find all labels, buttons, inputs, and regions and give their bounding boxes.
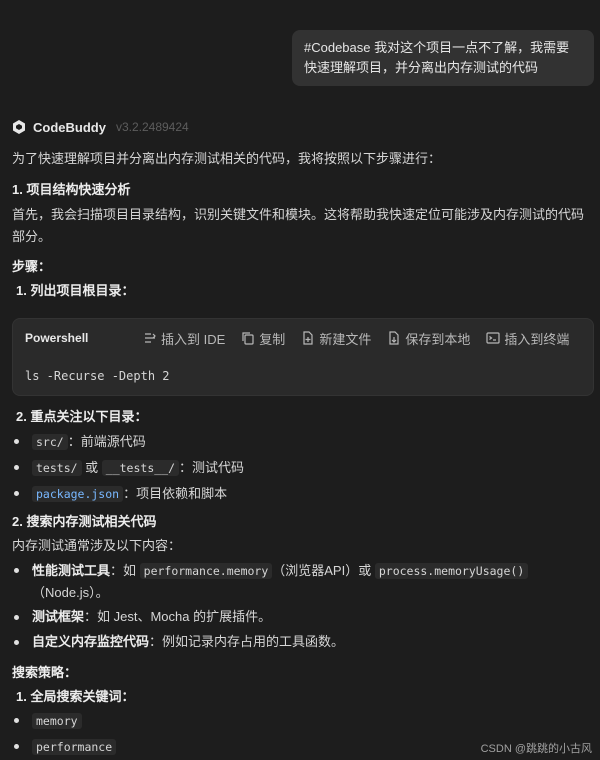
strategy-label: 搜索策略： [12,665,78,680]
item-bold: 测试框架 [32,609,85,624]
memory-items-list: 性能测试工具：如 performance.memory （浏览器API）或 pro… [12,558,594,654]
copy-icon [242,332,254,345]
section1-desc: 首先，我会扫描项目目录结构，识别关键文件和模块。这将帮助我快速定位可能涉及内存测… [12,207,585,244]
item-text: ：如 Jest、Mocha 的扩展插件。 [84,609,272,624]
code-content: ls -Recurse -Depth 2 [25,369,170,383]
codebuddy-logo-icon [11,119,27,135]
item-bold: 自定义内存监控代码 [32,634,150,649]
code-block-toolbar: Powershell 插入到 IDE 复制 新建文件 保存到本地 插入到终端 [13,319,593,357]
step2-section: 2. 重点关注以下目录： src/：前端源代码 tests/ 或 __tests… [12,406,594,507]
list-item: tests/ 或 __tests__/：测试代码 [12,455,594,481]
keyword-code: memory [32,713,82,729]
item-text: （浏览器API）或 [272,563,375,578]
list-item: 性能测试工具：如 performance.memory （浏览器API）或 pro… [12,558,594,603]
step2-label: 2. 重点关注以下目录： [16,409,148,424]
insert-ide-button[interactable]: 插入到 IDE [143,329,225,348]
steps-label: 步骤： [12,259,52,274]
user-message: #Codebase 我对这个项目一点不了解，我需要快速理解项目，并分离出内存测试… [292,30,594,86]
save-file-icon [389,331,399,345]
terminal-icon [486,332,500,344]
code-language: Powershell [25,331,89,345]
save-local-button[interactable]: 保存到本地 [387,329,470,348]
new-file-label: 新建文件 [319,331,372,347]
assistant-version: v3.2.2489424 [115,120,189,134]
dir-desc: ：测试代码 [179,460,245,475]
item-code: performance.memory [139,563,273,579]
section2-desc: 内存测试通常涉及以下内容： [12,538,182,553]
copy-button[interactable]: 复制 [241,329,285,348]
dir-code: __tests__/ [101,460,180,476]
save-local-label: 保存到本地 [405,331,471,347]
list-item: memory [12,708,594,734]
dir-desc: ：项目依赖和脚本 [123,486,228,501]
list-item: src/：前端源代码 [12,429,594,455]
item-text: ：如 [110,563,140,578]
item-bold: 性能测试工具 [32,563,111,578]
insert-ide-label: 插入到 IDE [161,331,226,347]
dir-list: src/：前端源代码 tests/ 或 __tests__/：测试代码 pack… [12,429,594,507]
section2: 2. 搜索内存测试相关代码 内存测试通常涉及以下内容： 性能测试工具：如 per… [12,511,594,760]
strategy-step1: 1. 全局搜索关键词： [16,689,135,704]
list-item: 自定义内存监控代码：例如记录内存占用的工具函数。 [12,630,594,654]
insert-terminal-button[interactable]: 插入到终端 [486,329,569,348]
watermark: CSDN @跳跳的小古风 [480,743,592,755]
insert-ide-icon [145,333,156,343]
assistant-header: CodeBuddy v3.2.2489424 [11,119,189,135]
code-block: Powershell 插入到 IDE 复制 新建文件 保存到本地 插入到终端 l… [12,318,594,396]
list-item: 测试框架：如 Jest、Mocha 的扩展插件。 [12,605,594,629]
assistant-name: CodeBuddy [33,119,106,135]
item-code: process.memoryUsage() [374,563,529,579]
dir-code: src/ [32,434,68,450]
copy-label: 复制 [259,331,286,347]
insert-terminal-label: 插入到终端 [504,331,570,347]
new-file-button[interactable]: 新建文件 [301,329,371,348]
intro-text: 为了快速理解项目并分离出内存测试相关的代码，我将按照以下步骤进行： [12,151,442,166]
assistant-reply-top: 为了快速理解项目并分离出内存测试相关的代码，我将按照以下步骤进行： 1. 项目结… [12,148,594,302]
list-item: package.json ：项目依赖和脚本 [12,481,594,507]
step1-label: 1. 列出项目根目录： [16,283,135,298]
dir-desc: ：前端源代码 [67,434,146,449]
dir-code: tests/ [32,460,82,476]
section2-title: 2. 搜索内存测试相关代码 [12,514,157,529]
dir-code: package.json [32,486,124,502]
item-text: ：例如记录内存占用的工具函数。 [149,634,345,649]
new-file-icon [303,331,313,345]
section1-title: 1. 项目结构快速分析 [12,182,131,197]
dir-or: 或 [81,460,102,475]
keyword-code: performance [32,739,117,755]
item-text: （Node.js）。 [32,585,109,600]
